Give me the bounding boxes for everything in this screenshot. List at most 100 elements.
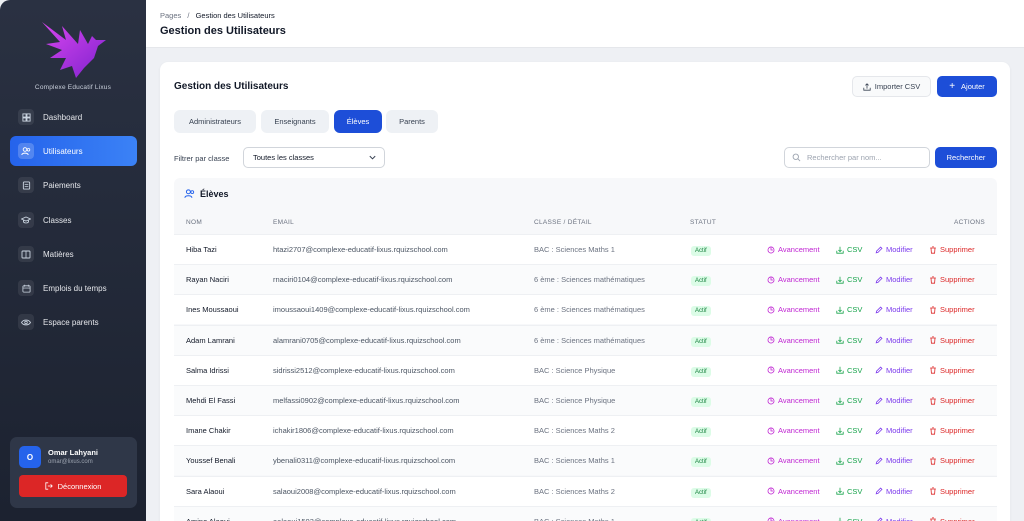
sidebar-item-timetable[interactable]: Emplois du temps	[10, 273, 137, 303]
sidebar: Complexe Educatif Lixus Dashboard Utilis…	[0, 0, 146, 521]
table-row: Adam Lamrani alamrani0705@complexe-educat…	[174, 324, 997, 355]
user-email: omar@lixus.com	[48, 459, 93, 465]
edit-button[interactable]: Modifier	[875, 245, 913, 254]
progress-button[interactable]: Avancement	[767, 275, 820, 284]
progress-button[interactable]: Avancement	[767, 487, 820, 496]
tab-teachers[interactable]: Enseignants	[261, 110, 329, 133]
search-input[interactable]: Rechercher par nom...	[784, 147, 930, 168]
tab-label: Élèves	[346, 117, 370, 126]
breadcrumb: Pages / Gestion des Utilisateurs	[160, 11, 275, 20]
csv-button[interactable]: CSV	[836, 517, 862, 521]
pencil-icon	[875, 336, 883, 344]
import-csv-label: Importer CSV	[874, 82, 921, 91]
sidebar-item-subjects[interactable]: Matières	[10, 239, 137, 269]
student-class: BAC : Sciences Maths 1	[534, 456, 615, 466]
delete-button[interactable]: Supprimer	[929, 426, 975, 435]
table-row: Mehdi El Fassi melfassi0902@complexe-educ…	[174, 385, 997, 415]
logout-button[interactable]: Déconnexion	[19, 475, 127, 497]
edit-button[interactable]: Modifier	[875, 275, 913, 284]
edit-label: Modifier	[886, 365, 913, 375]
edit-button[interactable]: Modifier	[875, 366, 913, 375]
csv-label: CSV	[847, 245, 863, 254]
delete-button[interactable]: Supprimer	[929, 487, 975, 496]
edit-label: Modifier	[886, 517, 913, 521]
column-header-class[interactable]: CLASSE / DÉTAIL	[534, 219, 592, 226]
import-csv-button[interactable]: Importer CSV	[852, 76, 931, 97]
tab-students[interactable]: Élèves	[334, 110, 382, 133]
sidebar-item-payments[interactable]: Paiements	[10, 170, 137, 200]
phoenix-logo-icon	[42, 22, 106, 78]
progress-label: Avancement	[778, 365, 820, 375]
progress-button[interactable]: Avancement	[767, 396, 820, 405]
progress-icon	[767, 397, 775, 404]
student-name: Youssef Benali	[186, 456, 236, 466]
delete-button[interactable]: Supprimer	[929, 517, 975, 521]
delete-button[interactable]: Supprimer	[929, 366, 975, 375]
search-button[interactable]: Rechercher	[935, 147, 997, 168]
trash-icon	[930, 457, 936, 465]
csv-button[interactable]: CSV	[836, 487, 862, 496]
csv-button[interactable]: CSV	[836, 275, 862, 284]
csv-button[interactable]: CSV	[836, 245, 862, 254]
student-class: 6 ème : Sciences mathématiques	[534, 275, 645, 285]
tab-parents[interactable]: Parents	[386, 110, 438, 133]
sidebar-item-label: Espace parents	[43, 317, 99, 327]
progress-button[interactable]: Avancement	[767, 426, 820, 435]
progress-button[interactable]: Avancement	[767, 305, 820, 314]
status-badge: Actif	[691, 276, 711, 287]
student-class: BAC : Sciences Maths 2	[534, 486, 615, 496]
edit-button[interactable]: Modifier	[875, 517, 913, 521]
calendar-icon	[18, 280, 34, 296]
tab-administrators[interactable]: Administrateurs	[174, 110, 256, 133]
edit-button[interactable]: Modifier	[875, 305, 913, 314]
csv-button[interactable]: CSV	[836, 366, 862, 375]
add-button[interactable]: + Ajouter	[937, 76, 997, 97]
trash-icon	[930, 487, 936, 495]
progress-button[interactable]: Avancement	[767, 366, 820, 375]
edit-button[interactable]: Modifier	[875, 426, 913, 435]
column-header-status[interactable]: STATUT	[690, 219, 716, 226]
column-header-email[interactable]: EMAIL	[273, 219, 294, 226]
edit-button[interactable]: Modifier	[875, 336, 913, 345]
class-filter-select[interactable]: Toutes les classes	[243, 147, 385, 168]
progress-button[interactable]: Avancement	[767, 517, 820, 521]
sidebar-item-users[interactable]: Utilisateurs	[10, 136, 137, 166]
delete-button[interactable]: Supprimer	[929, 275, 975, 284]
edit-button[interactable]: Modifier	[875, 456, 913, 465]
progress-button[interactable]: Avancement	[767, 245, 820, 254]
dashboard-icon	[18, 109, 34, 125]
column-header-name[interactable]: NOM	[186, 219, 202, 226]
edit-button[interactable]: Modifier	[875, 487, 913, 496]
sidebar-item-dashboard[interactable]: Dashboard	[10, 102, 137, 132]
delete-button[interactable]: Supprimer	[929, 336, 975, 345]
csv-button[interactable]: CSV	[836, 396, 862, 405]
section-title-label: Élèves	[200, 189, 229, 199]
sidebar-item-classes[interactable]: Classes	[10, 205, 137, 235]
column-header-actions: ACTIONS	[954, 219, 985, 226]
download-icon	[836, 306, 844, 314]
download-icon	[836, 427, 844, 435]
delete-label: Supprimer	[940, 426, 975, 436]
progress-button[interactable]: Avancement	[767, 456, 820, 465]
breadcrumb-root[interactable]: Pages	[160, 11, 181, 20]
student-name: Mehdi El Fassi	[186, 396, 236, 405]
student-class: BAC : Sciences Maths 2	[534, 426, 615, 436]
delete-button[interactable]: Supprimer	[929, 456, 975, 465]
sidebar-item-label: Matières	[43, 249, 74, 259]
edit-button[interactable]: Modifier	[875, 396, 913, 405]
csv-button[interactable]: CSV	[836, 426, 862, 435]
edit-label: Modifier	[886, 305, 913, 315]
students-table: Élèves NOM EMAIL CLASSE / DÉTAIL STATUT …	[174, 178, 997, 521]
delete-button[interactable]: Supprimer	[929, 245, 975, 254]
csv-button[interactable]: CSV	[836, 456, 862, 465]
delete-label: Supprimer	[940, 396, 975, 405]
sidebar-item-parents-space[interactable]: Espace parents	[10, 307, 137, 337]
users-card: Gestion des Utilisateurs Importer CSV + …	[160, 62, 1010, 521]
csv-button[interactable]: CSV	[836, 305, 862, 314]
csv-button[interactable]: CSV	[836, 336, 862, 345]
delete-button[interactable]: Supprimer	[929, 305, 975, 314]
edit-label: Modifier	[886, 486, 913, 496]
delete-button[interactable]: Supprimer	[929, 396, 975, 405]
progress-button[interactable]: Avancement	[767, 336, 820, 345]
edit-label: Modifier	[886, 426, 913, 436]
